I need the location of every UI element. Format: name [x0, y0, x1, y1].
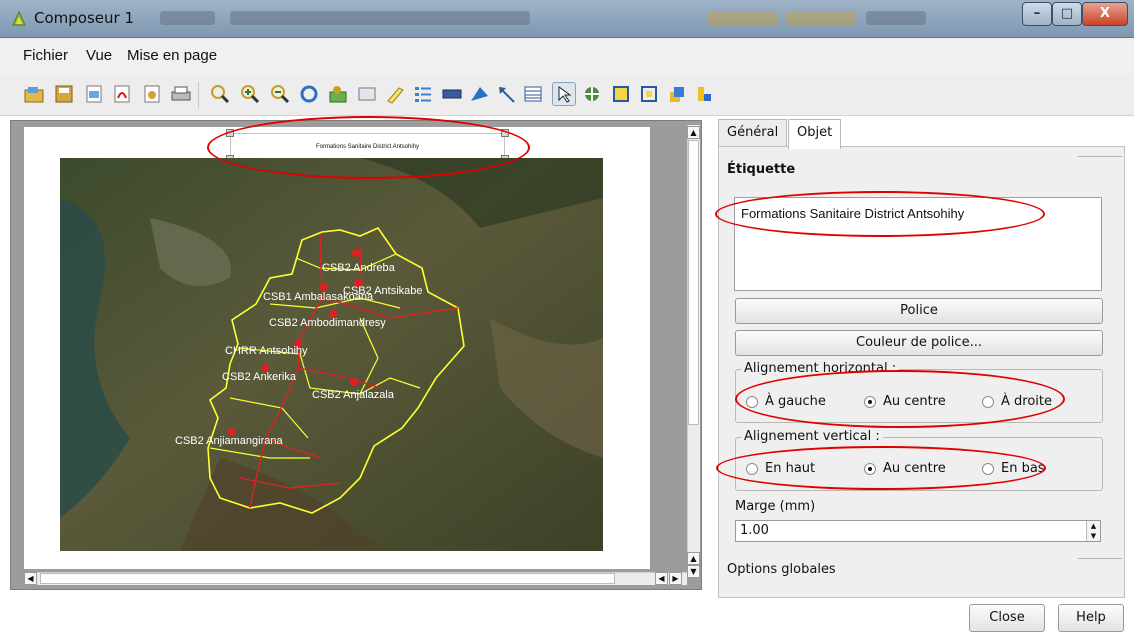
radio-icon[interactable] — [982, 462, 994, 475]
export-pdf-icon[interactable] — [110, 82, 134, 106]
label-text-field[interactable]: Formations Sanitaire District Antsohihy — [734, 197, 1102, 291]
resize-handle[interactable] — [226, 129, 234, 137]
margin-label: Marge (mm) — [735, 499, 816, 514]
export-image-icon[interactable] — [82, 82, 106, 106]
radio-icon[interactable] — [982, 395, 994, 408]
menu-bar: Fichier Vue Mise en page — [0, 38, 1134, 74]
satellite-map: CSB2 Andreba CSB1 Ambalasakoana CSB2 Ant… — [60, 158, 603, 551]
add-legend-icon[interactable] — [411, 82, 435, 106]
minimize-button[interactable]: – — [1022, 2, 1052, 26]
vertical-scroll-thumb[interactable] — [688, 140, 699, 425]
window-title: Composeur 1 — [34, 9, 134, 27]
title-blur — [866, 11, 926, 25]
margin-spinner[interactable]: ▲ ▼ — [1086, 521, 1100, 541]
add-map-icon[interactable] — [326, 82, 350, 106]
global-options-title: Options globales — [727, 562, 836, 577]
help-button[interactable]: Help — [1058, 604, 1124, 632]
open-template-icon[interactable] — [22, 82, 46, 106]
title-blur — [786, 11, 856, 25]
section-title: Étiquette — [727, 162, 796, 177]
halign-title: Alignement horizontal : — [741, 361, 900, 376]
halign-right-option[interactable]: À droite — [982, 394, 1052, 409]
section-header-global-options[interactable]: Options globales — [722, 558, 1122, 584]
label-item-text: Formations Sanitaire District Antsohihy — [315, 144, 420, 150]
scroll-down-icon[interactable]: ▼ — [687, 565, 700, 578]
resize-handle[interactable] — [501, 129, 509, 137]
radio-icon[interactable] — [746, 462, 758, 475]
export-svg-icon[interactable] — [140, 82, 164, 106]
select-move-icon[interactable] — [552, 82, 576, 106]
ungroup-icon[interactable] — [637, 82, 661, 106]
valign-center-option[interactable]: Au centre — [864, 461, 946, 476]
toolbar-separator — [198, 82, 199, 108]
add-scalebar-icon[interactable] — [440, 82, 464, 106]
valign-center-label: Au centre — [883, 461, 946, 476]
group-icon[interactable] — [609, 82, 633, 106]
valign-bottom-option[interactable]: En bas — [982, 461, 1045, 476]
align-icon[interactable] — [692, 82, 716, 106]
section-notch — [1078, 558, 1122, 582]
toolbar — [0, 74, 1134, 116]
print-icon[interactable] — [169, 82, 193, 106]
label-item[interactable]: Formations Sanitaire District Antsohihy — [230, 133, 505, 161]
valign-title: Alignement vertical : — [741, 429, 883, 444]
halign-left-label: À gauche — [765, 394, 826, 409]
scroll-right-icon[interactable]: ▶ — [669, 572, 682, 585]
horizontal-scroll-thumb[interactable] — [40, 573, 615, 584]
map-place-label: CSB2 Andreba — [322, 262, 396, 274]
title-blur — [230, 11, 530, 25]
font-color-button[interactable]: Couleur de police... — [735, 330, 1103, 356]
raise-items-icon[interactable] — [665, 82, 689, 106]
map-place-label: CSB2 Ankerika — [222, 371, 297, 383]
scroll-left-icon[interactable]: ◀ — [24, 572, 37, 585]
scroll-left-icon[interactable]: ◀ — [655, 572, 668, 585]
section-header-etiquette[interactable]: Étiquette — [722, 156, 1122, 184]
zoom-full-icon[interactable] — [208, 82, 232, 106]
title-blur — [160, 11, 215, 25]
halign-center-option[interactable]: Au centre — [864, 394, 946, 409]
zoom-in-icon[interactable] — [238, 82, 262, 106]
map-place-label: CSB2 Antsikabe — [343, 285, 423, 297]
add-shape-icon[interactable] — [467, 82, 491, 106]
scroll-down-icon[interactable]: ▲ — [687, 552, 700, 565]
maximize-button[interactable]: □ — [1052, 2, 1082, 26]
title-bar: Composeur 1 – □ X — [0, 0, 1134, 38]
menu-mise-en-page[interactable]: Mise en page — [127, 47, 217, 64]
add-label-icon[interactable] — [383, 82, 407, 106]
map-item[interactable]: CSB2 Andreba CSB1 Ambalasakoana CSB2 Ant… — [60, 158, 603, 551]
menu-vue[interactable]: Vue — [86, 47, 112, 64]
map-place-label: CHRR Antsohihy — [225, 345, 308, 357]
zoom-out-icon[interactable] — [268, 82, 292, 106]
menu-fichier[interactable]: Fichier — [23, 47, 68, 64]
valign-top-label: En haut — [765, 461, 816, 476]
save-template-icon[interactable] — [52, 82, 76, 106]
map-place-label: CSB2 Ambodimandresy — [269, 317, 386, 329]
section-notch — [1078, 156, 1122, 182]
title-blur — [708, 11, 778, 25]
add-image-icon[interactable] — [355, 82, 379, 106]
radio-icon[interactable] — [864, 462, 876, 475]
move-content-icon[interactable] — [580, 82, 604, 106]
halign-right-label: À droite — [1001, 394, 1052, 409]
valign-top-option[interactable]: En haut — [746, 461, 815, 476]
font-button[interactable]: Police — [735, 298, 1103, 324]
qgis-logo-icon — [12, 10, 26, 26]
scroll-up-icon[interactable]: ▲ — [687, 126, 700, 139]
add-table-icon[interactable] — [521, 82, 545, 106]
add-arrow-icon[interactable] — [494, 82, 518, 106]
refresh-icon[interactable] — [297, 82, 321, 106]
tab-objet[interactable]: Objet — [788, 119, 842, 149]
valign-bottom-label: En bas — [1001, 461, 1045, 476]
close-button[interactable]: Close — [969, 604, 1045, 632]
close-window-button[interactable]: X — [1082, 2, 1128, 26]
tab-general[interactable]: Général — [718, 119, 788, 147]
map-place-label: CSB2 Anjalazala — [312, 389, 395, 401]
halign-center-label: Au centre — [883, 394, 946, 409]
margin-input[interactable]: 1.00 — [735, 520, 1101, 542]
radio-icon[interactable] — [864, 395, 876, 408]
halign-left-option[interactable]: À gauche — [746, 394, 826, 409]
map-place-label: CSB2 Anjiamangirana — [175, 435, 284, 447]
radio-icon[interactable] — [746, 395, 758, 408]
